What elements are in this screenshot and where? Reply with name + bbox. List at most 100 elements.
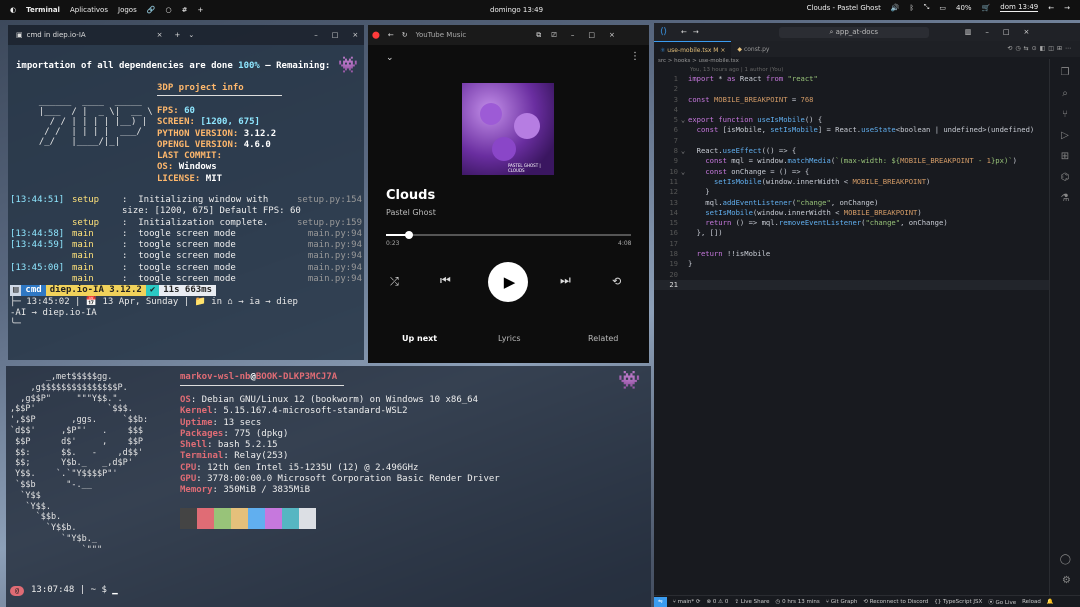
- minimize-icon[interactable]: –: [314, 31, 318, 39]
- extensions-icon[interactable]: ⊞: [1061, 151, 1069, 162]
- editor-tabs: ⚛ use-mobile.tsx M × ◆ const.py ⟲◷⇆⊙◧◫⊞⋯: [654, 41, 1080, 57]
- plus-icon[interactable]: +: [197, 6, 203, 14]
- progress-track[interactable]: [386, 231, 631, 239]
- forward-icon[interactable]: →: [1064, 4, 1070, 12]
- play-button[interactable]: ▶: [488, 262, 528, 302]
- back-icon[interactable]: ←: [1048, 4, 1054, 12]
- vscode-titlebar: ⟨⟩ ← → ⌕ app_at-docs ▥ – □ ×: [654, 23, 1080, 41]
- maximize-icon[interactable]: □: [332, 31, 339, 39]
- arrows-icon[interactable]: ⤡: [924, 3, 930, 12]
- command-center-search[interactable]: ⌕ app_at-docs: [778, 26, 929, 38]
- line-number: 6: [673, 125, 678, 135]
- more-options-icon[interactable]: ⋮: [630, 51, 640, 62]
- editor-actions[interactable]: ⟲◷⇆⊙◧◫⊞⋯: [1001, 41, 1080, 57]
- tab-use-mobile[interactable]: ⚛ use-mobile.tsx M ×: [654, 41, 732, 57]
- fold-marker: [678, 177, 688, 187]
- settings-gear-icon[interactable]: ⚙: [1062, 575, 1071, 586]
- tab-lyrics[interactable]: Lyrics: [498, 334, 521, 343]
- line-number: 16: [669, 228, 678, 238]
- next-icon[interactable]: ⏭: [560, 273, 571, 288]
- shuffle-icon[interactable]: ⤮: [390, 275, 399, 289]
- menu-jogos[interactable]: Jogos: [118, 6, 137, 14]
- prompt-cursor-line[interactable]: ╰─: [10, 319, 21, 330]
- source-control-icon[interactable]: ⑂: [1062, 109, 1068, 120]
- repeat-icon[interactable]: ⟲: [612, 275, 621, 288]
- remote-indicator-icon[interactable]: ⇋: [654, 597, 667, 607]
- collapse-icon[interactable]: ⌄: [386, 53, 394, 63]
- now-playing[interactable]: Clouds - Pastel Ghost: [807, 4, 881, 12]
- vs-maximize-icon[interactable]: □: [1003, 28, 1010, 36]
- info-row: OPENGL VERSION: 4.6.0: [157, 139, 271, 150]
- info-row: GPU: 3778:00:00.0 Microsoft Corporation …: [180, 474, 500, 485]
- status-language[interactable]: {} TypeScript JSX: [934, 599, 982, 605]
- progress-knob[interactable]: [404, 231, 413, 239]
- tab-up-next[interactable]: Up next: [402, 334, 437, 343]
- nav-forward-icon[interactable]: →: [693, 28, 699, 36]
- code-editor[interactable]: 1 import * as React from "react" 2 3 cons…: [654, 74, 1054, 291]
- testing-icon[interactable]: ⚗: [1061, 193, 1070, 204]
- logo-line: `"Y$b._: [10, 533, 97, 544]
- bluetooth-icon[interactable]: ᛒ: [910, 4, 914, 12]
- status-bar: ⇋ ⑂ main* ⟳ ⊗ 0 ⚠ 0 ⇪ Live Share ◷ 0 hrs…: [654, 595, 1080, 607]
- status-problems[interactable]: ⊗ 0 ⚠ 0: [707, 599, 729, 605]
- ps-logo-icon[interactable]: ◐: [10, 6, 16, 14]
- status-branch[interactable]: ⑂ main* ⟳: [673, 599, 701, 605]
- run-debug-icon[interactable]: ▷: [1061, 130, 1069, 141]
- extension-icon[interactable]: ⧉: [536, 31, 541, 40]
- tab-dropdown-icon[interactable]: ⌄: [188, 31, 194, 39]
- breadcrumb[interactable]: src > hooks > use-mobile.tsx: [658, 58, 739, 64]
- cart-icon[interactable]: 🛒: [982, 4, 991, 12]
- logo-line: `d$$' ,$P"' . $$$: [10, 425, 144, 436]
- menu-terminal[interactable]: Terminal: [26, 6, 60, 14]
- log-file: main.py:94: [307, 240, 362, 251]
- info-value: : Debian GNU/Linux 12 (bookworm) on Wind…: [190, 395, 479, 405]
- status-time[interactable]: ◷ 0 hrs 13 mins: [776, 599, 820, 605]
- logo-line: `Y$$: [10, 490, 41, 501]
- new-tab-icon[interactable]: +: [175, 31, 181, 39]
- info-row: SCREEN: [1200, 675]: [157, 117, 260, 128]
- link-icon[interactable]: 🔗: [147, 6, 156, 14]
- tray-clock[interactable]: dom 13:49: [1000, 3, 1039, 12]
- status-golive[interactable]: ⦿ Go Live: [988, 598, 1016, 606]
- log-file: setup.py:159: [296, 217, 362, 228]
- close-icon[interactable]: ×: [352, 31, 358, 39]
- bottom-prompt[interactable]: @ 13:07:48 | ~ $ ▁: [10, 585, 118, 596]
- code-line: 6 const [isMobile, setIsMobile] = React.…: [654, 125, 1054, 135]
- status-liveshare[interactable]: ⇪ Live Share: [734, 599, 769, 605]
- menu-aplicativos[interactable]: Aplicativos: [70, 6, 108, 14]
- center-clock[interactable]: domingo 13:49: [490, 6, 543, 14]
- youtube-music-window: ⬤ ← ↻ YouTube Music ⧉ ⎚ – □ × ⌄ ⋮ PASTEL…: [368, 25, 649, 363]
- info-value: : 5.15.167.4-microsoft-standard-WSL2: [212, 406, 408, 417]
- hash-icon[interactable]: #: [182, 6, 188, 14]
- previous-icon[interactable]: ⏮: [440, 273, 451, 288]
- yt-close-icon[interactable]: ×: [609, 31, 615, 39]
- back-arrow-icon[interactable]: ←: [388, 31, 394, 39]
- yt-maximize-icon[interactable]: □: [588, 31, 595, 39]
- status-discord[interactable]: ⟲ Reconnect to Discord: [863, 599, 928, 605]
- layout-icon[interactable]: ▥: [965, 28, 972, 36]
- nav-back-icon[interactable]: ←: [681, 28, 687, 36]
- vs-close-icon[interactable]: ×: [1024, 28, 1030, 36]
- terminal-tab-title[interactable]: cmd in diep.io-IA: [27, 31, 147, 39]
- vs-minimize-icon[interactable]: –: [985, 28, 989, 36]
- bell-icon[interactable]: 🔔: [1047, 599, 1054, 605]
- yt-minimize-icon[interactable]: –: [571, 31, 575, 39]
- song-artist[interactable]: Pastel Ghost: [386, 208, 436, 217]
- account-icon[interactable]: ◯: [1060, 554, 1071, 565]
- codelens-blame[interactable]: You, 13 hours ago | 1 author (You): [690, 67, 783, 73]
- remote-icon[interactable]: ⌬: [1061, 172, 1070, 183]
- search-icon[interactable]: ⌕: [1062, 88, 1068, 99]
- explorer-icon[interactable]: ❐: [1061, 67, 1070, 78]
- status-reload[interactable]: Reload: [1022, 599, 1041, 605]
- line-number: 4: [673, 104, 678, 114]
- tab-const-py[interactable]: ◆ const.py: [731, 41, 775, 57]
- cast-icon[interactable]: ⎚: [551, 31, 557, 40]
- refresh-icon[interactable]: ↻: [402, 31, 408, 39]
- info-key: GPU: [180, 474, 197, 485]
- circle-icon[interactable]: ○: [165, 6, 171, 14]
- volume-icon[interactable]: 🔊: [891, 4, 900, 12]
- info-value: : bash 5.2.15: [207, 440, 278, 451]
- status-gitgraph[interactable]: ⑂ Git Graph: [826, 599, 858, 605]
- tab-close-icon[interactable]: ×: [157, 31, 163, 39]
- tab-related[interactable]: Related: [588, 334, 618, 343]
